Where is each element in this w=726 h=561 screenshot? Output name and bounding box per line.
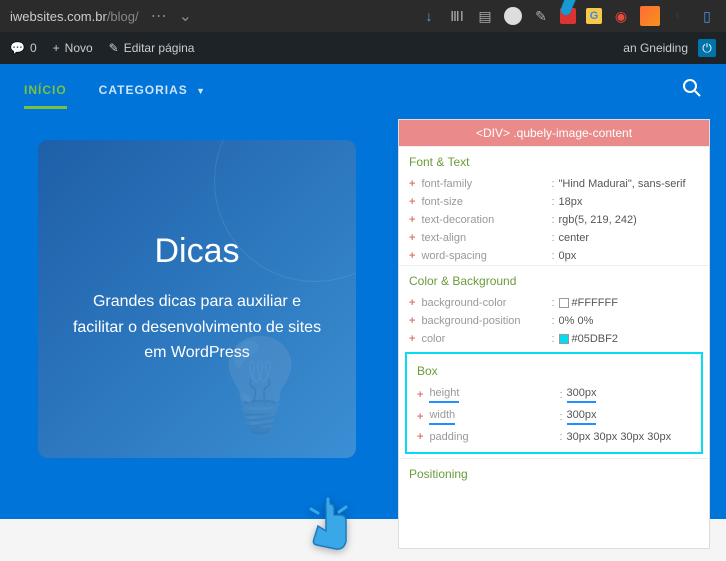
profile-icon[interactable] [504, 7, 522, 25]
prop-background-position[interactable]: +background-position:0% 0% [399, 312, 709, 330]
nav-categorias[interactable]: CATEGORIAS ▼ [99, 65, 206, 115]
prop-width[interactable]: +width:300px [407, 406, 701, 428]
tutorial-cursor-icon [296, 496, 356, 561]
edit-label: Editar página [124, 41, 195, 55]
wp-admin-bar: 💬 0 + Novo ✎ Editar página an Gneiding ⏻ [0, 32, 726, 64]
mobile-icon[interactable]: ▯ [698, 7, 716, 25]
css-inspector-panel: <DIV> .qubely-image-content Font & Text … [398, 119, 710, 549]
library-icon[interactable]: ⅢⅠ [448, 7, 466, 25]
swatch-icon [559, 334, 569, 344]
tips-card[interactable]: Dicas Grandes dicas para auxiliar e faci… [38, 140, 356, 458]
plus-icon: + [53, 41, 60, 55]
section-font-text[interactable]: Font & Text [399, 146, 709, 175]
swatch-icon [559, 298, 569, 308]
gnome-icon[interactable]: ◐ [670, 7, 688, 25]
prop-text-align[interactable]: +text-align:center [399, 229, 709, 247]
pencil-icon: ✎ [109, 41, 119, 55]
prop-font-family[interactable]: +font-family:"Hind Madurai", sans-serif [399, 175, 709, 193]
comment-icon: 💬 [10, 41, 25, 55]
prop-color[interactable]: +color:#05DBF2 [399, 330, 709, 348]
wp-edit-page[interactable]: ✎ Editar página [109, 41, 195, 55]
nav-categorias-label: CATEGORIAS [99, 83, 188, 97]
tutorial-arrow-icon [556, 0, 616, 25]
inspector-selector[interactable]: <DIV> .qubely-image-content [399, 120, 709, 146]
url-display[interactable]: iwebsites.com.br/blog/ [10, 9, 139, 24]
box-section-highlight: Box +height:300px +width:300px +padding:… [405, 352, 703, 454]
page-content: Dicas Grandes dicas para auxiliar e faci… [0, 116, 726, 519]
nav-inicio[interactable]: INÍCIO [24, 65, 67, 115]
prop-font-size[interactable]: +font-size:18px [399, 193, 709, 211]
new-label: Novo [65, 41, 93, 55]
edit-icon[interactable]: ✎ [532, 7, 550, 25]
card-description: Grandes dicas para auxiliar e facilitar … [68, 289, 326, 366]
comment-count: 0 [30, 41, 37, 55]
section-color-bg[interactable]: Color & Background [399, 265, 709, 294]
wp-new-button[interactable]: + Novo [53, 41, 93, 55]
css-inspector-icon[interactable] [640, 6, 660, 26]
prop-padding[interactable]: +padding:30px 30px 30px 30px [407, 428, 701, 446]
prop-word-spacing[interactable]: +word-spacing:0px [399, 247, 709, 265]
pocket-icon[interactable]: ⌄ [179, 6, 192, 26]
prop-text-decoration[interactable]: +text-decoration:rgb(5, 219, 242) [399, 211, 709, 229]
section-positioning[interactable]: Positioning [399, 458, 709, 487]
more-icon[interactable]: ⋯ [151, 6, 167, 26]
chevron-down-icon: ▼ [196, 86, 206, 96]
site-navigation: INÍCIO CATEGORIAS ▼ [0, 64, 726, 116]
browser-address-bar: iwebsites.com.br/blog/ ⋯ ⌄ ↓ ⅢⅠ ▤ ✎ G ◉ … [0, 0, 726, 32]
wp-logout-icon[interactable]: ⏻ [698, 39, 716, 57]
card-title: Dicas [154, 232, 239, 271]
wp-username[interactable]: an Gneiding [623, 41, 688, 55]
section-box[interactable]: Box [407, 356, 701, 384]
prop-background-color[interactable]: +background-color:#FFFFFF [399, 294, 709, 312]
wp-comments[interactable]: 💬 0 [10, 41, 37, 55]
search-icon[interactable] [682, 78, 702, 103]
download-icon[interactable]: ↓ [420, 7, 438, 25]
reader-icon[interactable]: ▤ [476, 7, 494, 25]
prop-height[interactable]: +height:300px [407, 384, 701, 406]
